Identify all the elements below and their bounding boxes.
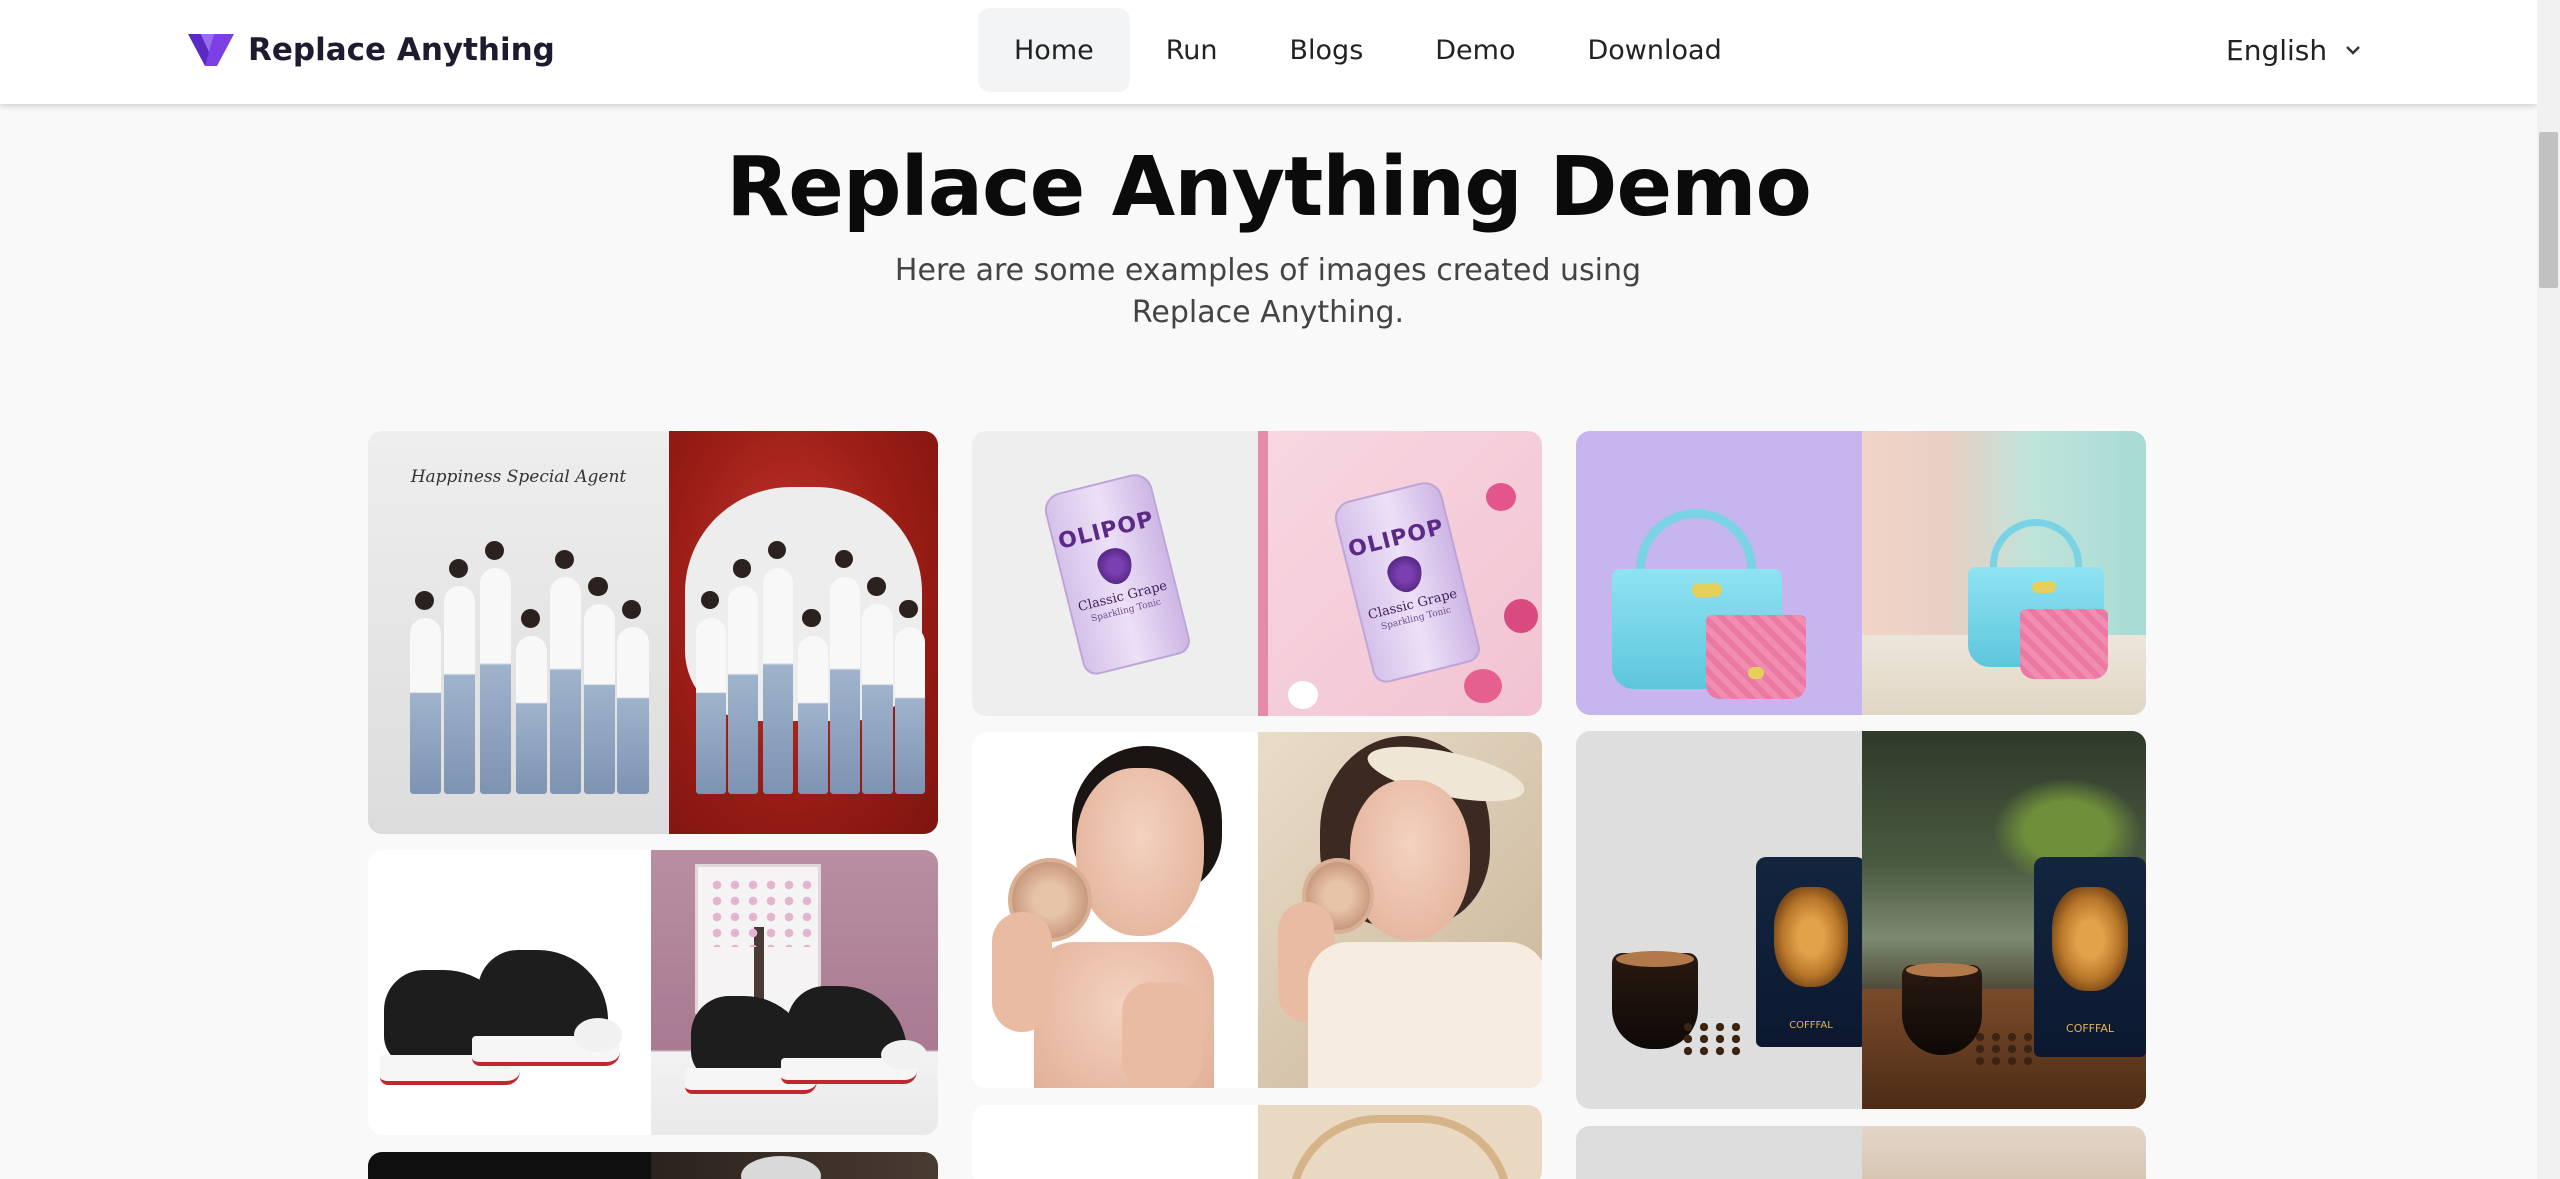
brand-name: Replace Anything: [248, 32, 555, 68]
rose-decoration: [1504, 599, 1538, 633]
family-group: [410, 540, 651, 794]
chevron-down-icon: [2346, 46, 2360, 55]
demo-card-partial[interactable]: [1576, 1126, 2146, 1179]
page-subtitle: Here are some examples of images created…: [894, 253, 1642, 330]
top-navbar: Replace Anything Home Run Blogs Demo Dow…: [0, 0, 2537, 104]
demo-card-handbags[interactable]: [1576, 431, 2146, 715]
before-image: [972, 732, 1258, 1088]
scrollbar-thumb[interactable]: [2539, 132, 2558, 288]
page-title: Replace Anything Demo: [726, 140, 1812, 235]
after-image: [651, 1152, 938, 1179]
after-image: [651, 850, 938, 1135]
language-label: English: [2226, 33, 2328, 67]
family-group: [695, 540, 927, 794]
before-image: [1576, 431, 1862, 715]
blouse: [1308, 942, 1542, 1088]
nav-blogs[interactable]: Blogs: [1254, 8, 1400, 92]
rose-decoration: [1486, 483, 1516, 511]
nav-run[interactable]: Run: [1130, 8, 1254, 92]
nav-demo[interactable]: Demo: [1399, 8, 1551, 92]
before-image: Happiness Special Agent: [368, 431, 669, 834]
after-image: COFFFAL: [1862, 731, 2146, 1109]
language-selector[interactable]: English: [2226, 30, 2361, 70]
demo-card-olipop[interactable]: OLIPOP Classic Grape Sparkling Tonic OLI…: [972, 431, 1542, 716]
demo-card-portrait[interactable]: [972, 732, 1542, 1088]
brand-logo-icon: [188, 34, 234, 66]
family-caption: Happiness Special Agent: [410, 467, 627, 487]
before-image: [368, 1152, 651, 1179]
tree-painting: [695, 864, 821, 1014]
after-image: [1862, 431, 2146, 715]
after-image: [1862, 1126, 2146, 1179]
before-image: [368, 850, 651, 1135]
demo-card-portrait-partial[interactable]: [368, 1152, 938, 1179]
demo-card-coffee[interactable]: COFFFAL COFFFAL: [1576, 731, 2146, 1109]
rose-decoration: [1464, 669, 1502, 703]
before-image: [1576, 1126, 1862, 1179]
main-nav: Home Run Blogs Demo Download: [978, 8, 1758, 92]
nav-home[interactable]: Home: [978, 8, 1130, 92]
demo-card-arch-partial[interactable]: [972, 1105, 1542, 1179]
before-image: COFFFAL: [1576, 731, 1862, 1109]
soda-can: OLIPOP Classic Grape Sparkling Tonic: [1041, 470, 1193, 678]
after-image: [669, 431, 938, 834]
before-image: OLIPOP Classic Grape Sparkling Tonic: [972, 431, 1258, 716]
before-image: [972, 1105, 1258, 1179]
demo-card-family[interactable]: Happiness Special Agent: [368, 431, 938, 834]
after-image: [1258, 1105, 1542, 1179]
demo-card-sneakers[interactable]: [368, 850, 938, 1135]
nav-download[interactable]: Download: [1552, 8, 1758, 92]
after-image: OLIPOP Classic Grape Sparkling Tonic: [1258, 431, 1542, 716]
brand-link[interactable]: Replace Anything: [188, 30, 555, 70]
after-image: [1258, 732, 1542, 1088]
soda-can: OLIPOP Classic Grape Sparkling Tonic: [1331, 478, 1483, 686]
